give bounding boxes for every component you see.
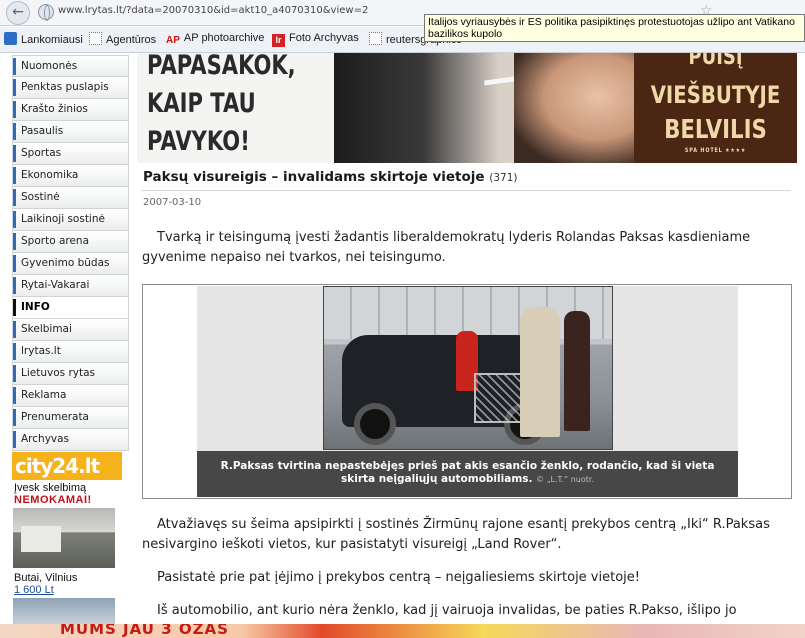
banner-slogan: PAPASAKOK, KAIP TAU PAVYKO! bbox=[147, 53, 296, 157]
ad-highlight[interactable]: NEMOKAMAI! bbox=[14, 494, 92, 506]
comment-count-link[interactable]: (371) bbox=[489, 172, 517, 184]
sidebar-item-sporto-arena[interactable]: Sporto arena bbox=[12, 231, 129, 253]
sidebar-item-rytai-vakarai[interactable]: Rytai-Vakarai bbox=[12, 275, 129, 297]
url-field[interactable]: www.lrytas.lt/?data=20070310&id=akt10_a4… bbox=[58, 5, 368, 16]
bookmark-lankomiausi[interactable]: Lankomiausi bbox=[4, 32, 83, 46]
banner-photo bbox=[334, 53, 634, 163]
bookmark-ap-photoarchive[interactable]: AP AP photoarchive bbox=[166, 32, 264, 46]
article-figure: R.Paksas tvirtina nepastebėjęs prieš pat… bbox=[142, 284, 792, 499]
sidebar-item-lrytas-lt[interactable]: lrytas.lt bbox=[12, 341, 129, 363]
photo-caption: R.Paksas tvirtina nepastebėjęs prieš pat… bbox=[197, 451, 738, 497]
sidebar-item-krašto-žinios[interactable]: Krašto žinios bbox=[12, 99, 129, 121]
sidebar-nav: Nuomonės Penktas puslapis Krašto žinios Pas… bbox=[12, 55, 129, 451]
sidebar-item-skelbimai[interactable]: Skelbimai bbox=[12, 319, 129, 341]
ad-banner[interactable]: PAPASAKOK, KAIP TAU PAVYKO! PUIŠĮ VIEŠBU… bbox=[137, 53, 797, 163]
sidebar-item-sportas[interactable]: Sportas bbox=[12, 143, 129, 165]
article-date: 2007-03-10 bbox=[143, 197, 202, 208]
sidebar-item-prenumerata[interactable]: Prenumerata bbox=[12, 407, 129, 429]
tooltip: Italijos vyriausybės ir ES politika pasi… bbox=[424, 14, 805, 42]
banner-slogan-panel: PAPASAKOK, KAIP TAU PAVYKO! bbox=[137, 53, 334, 163]
face-shape bbox=[514, 53, 634, 163]
lr-logo-icon: lr bbox=[272, 34, 285, 47]
article-title: Paksų visureigis – invalidams skirtoje v… bbox=[143, 169, 517, 185]
bookmark-agenturos[interactable]: Agentūros bbox=[89, 32, 156, 46]
article-photo[interactable] bbox=[323, 286, 613, 450]
article-paragraph: Atvažiavęs su šeima apsipirkti į sostinė… bbox=[142, 517, 770, 552]
bookmark-blue-icon bbox=[4, 32, 17, 45]
bottom-ad-text: MUMS JAU 3 OZAS bbox=[60, 624, 229, 638]
sidebar-item-lietuvos-rytas[interactable]: Lietuvos rytas bbox=[12, 363, 129, 385]
ap-logo-icon: AP bbox=[166, 35, 180, 46]
photo-credit: © „L.T.“ nuotr. bbox=[536, 475, 594, 484]
sidebar-item-nuomonės[interactable]: Nuomonės bbox=[12, 55, 129, 77]
ad-text[interactable]: Įvesk skelbimą bbox=[14, 482, 86, 494]
sidebar-item-reklama[interactable]: Reklama bbox=[12, 385, 129, 407]
hotel-ad-name: BELVILIS bbox=[664, 115, 767, 145]
bookmark-foto-archyvas[interactable]: lr Foto Archyvas bbox=[272, 32, 359, 47]
page-icon bbox=[89, 32, 102, 45]
hotel-ad-line: PUIŠĮ bbox=[688, 53, 743, 70]
listing-price-link[interactable]: 1 600 Lt bbox=[14, 584, 54, 596]
listing-thumbnail[interactable] bbox=[13, 508, 115, 568]
article-title-text: Paksų visureigis – invalidams skirtoje v… bbox=[143, 169, 485, 185]
sidebar-item-archyvas[interactable]: Archyvas bbox=[12, 429, 129, 451]
hotel-ad-subtitle: SPA HOTEL ★★★★ bbox=[684, 147, 747, 154]
photo-person bbox=[520, 307, 560, 437]
sidebar-item-pasaulis[interactable]: Pasaulis bbox=[12, 121, 129, 143]
listing-thumbnail[interactable] bbox=[13, 598, 115, 624]
browser-window: ← www.lrytas.lt/?data=20070310&id=akt10_… bbox=[0, 0, 805, 638]
sidebar-item-gyvenimo-būdas[interactable]: Gyvenimo būdas bbox=[12, 253, 129, 275]
sidebar-item-laikinoji-sostinė[interactable]: Laikinoji sostinė bbox=[12, 209, 129, 231]
article-paragraph: Iš automobilio, ant kurio nėra ženklo, k… bbox=[157, 603, 737, 618]
photo-caption-text: R.Paksas tvirtina nepastebėjęs prieš pat… bbox=[220, 460, 715, 485]
article-paragraph: Pasistatė prie pat įėjimo į prekybos cen… bbox=[157, 570, 640, 585]
hotel-ad-panel: PUIŠĮ VIEŠBUTYJE BELVILIS SPA HOTEL ★★★★ bbox=[634, 53, 797, 163]
listing-caption: Butai, Vilnius bbox=[14, 572, 78, 584]
city24-logo[interactable]: city24.lt bbox=[12, 452, 122, 480]
arrow-left-icon: ← bbox=[12, 4, 24, 20]
bottom-ad-banner[interactable]: MUMS JAU 3 OZAS bbox=[0, 624, 805, 638]
photo-wheel bbox=[354, 403, 396, 445]
divider bbox=[141, 190, 791, 191]
hotel-ad-line: VIEŠBUTYJE bbox=[650, 81, 781, 109]
photo-person bbox=[564, 311, 590, 431]
article-lead: Tvarką ir teisingumą įvesti žadantis lib… bbox=[142, 230, 751, 265]
sidebar-item-sostinė[interactable]: Sostinė bbox=[12, 187, 129, 209]
back-button[interactable]: ← bbox=[6, 1, 30, 25]
page-icon bbox=[369, 32, 382, 45]
sidebar-item-info[interactable]: INFO bbox=[12, 297, 129, 319]
globe-icon bbox=[38, 4, 54, 21]
sidebar-item-penktas-puslapis[interactable]: Penktas puslapis bbox=[12, 77, 129, 99]
sidebar-item-ekonomika[interactable]: Ekonomika bbox=[12, 165, 129, 187]
